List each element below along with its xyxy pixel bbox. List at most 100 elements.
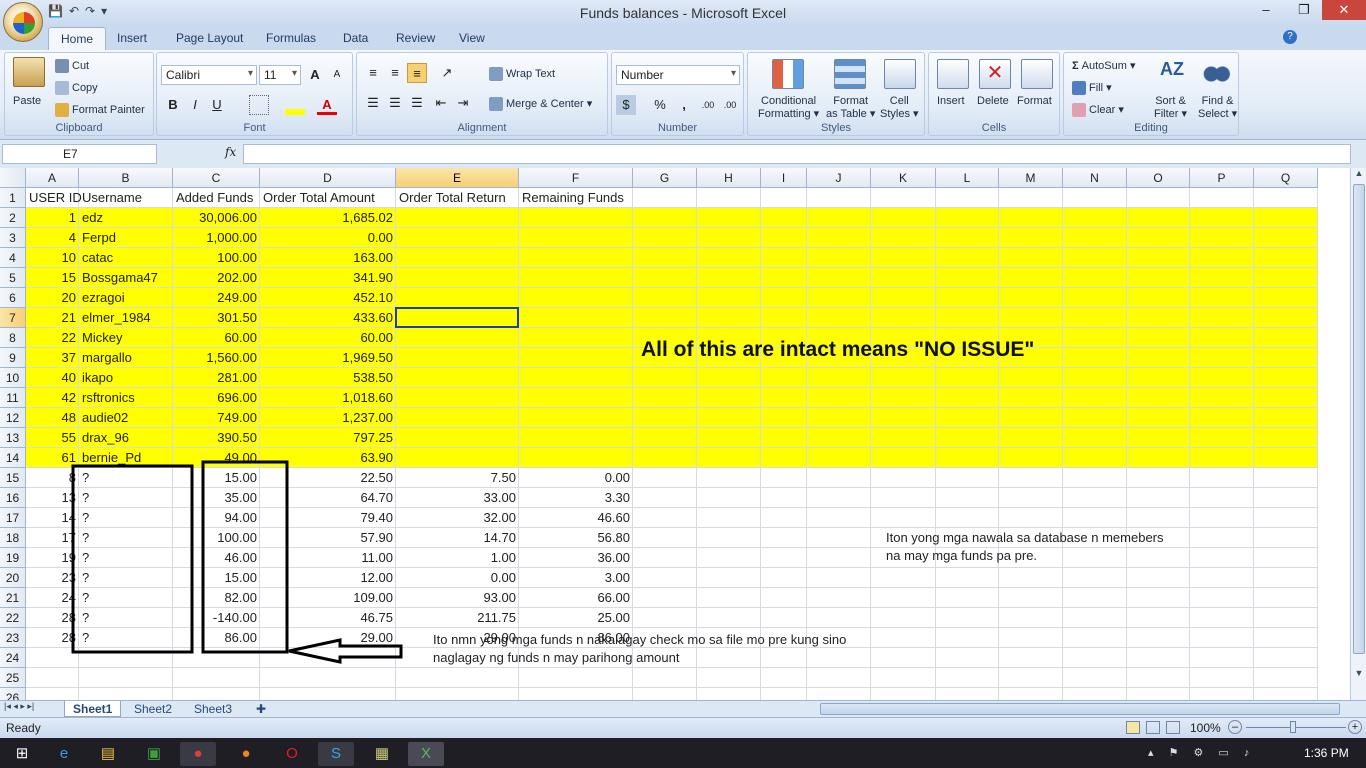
cell-b22[interactable]: ?: [79, 608, 173, 628]
cell-d14[interactable]: 63.90: [260, 448, 396, 468]
vertical-scroll-thumb[interactable]: [1353, 184, 1365, 654]
cell-d12[interactable]: 1,237.00: [260, 408, 396, 428]
autosum-button[interactable]: Σ AutoSum ▾: [1072, 59, 1136, 72]
row-header-26[interactable]: 26: [0, 688, 26, 700]
row-header-11[interactable]: 11: [0, 388, 26, 408]
row-header-12[interactable]: 12: [0, 408, 26, 428]
grow-font-button[interactable]: A: [305, 65, 325, 85]
cell-d16[interactable]: 64.70: [260, 488, 396, 508]
opera-icon[interactable]: O: [274, 742, 310, 766]
italic-button[interactable]: I: [185, 95, 205, 115]
chrome-icon[interactable]: ●: [180, 742, 216, 766]
zoom-out-icon[interactable]: –: [1228, 720, 1242, 734]
format-as-table-button[interactable]: Format as Table ▾: [826, 95, 875, 121]
cell-e22[interactable]: 211.75: [396, 608, 519, 628]
sheet-tab-sheet3[interactable]: Sheet3: [186, 701, 240, 717]
cell-a9[interactable]: 37: [26, 348, 79, 368]
cell-d10[interactable]: 538.50: [260, 368, 396, 388]
cell-c14[interactable]: 49.00: [173, 448, 260, 468]
cell-a6[interactable]: 20: [26, 288, 79, 308]
cell-b8[interactable]: Mickey: [79, 328, 173, 348]
conditional-formatting-button[interactable]: Conditional Formatting ▾: [758, 95, 819, 121]
column-header-m[interactable]: M: [999, 168, 1063, 188]
tab-page-layout[interactable]: Page Layout: [176, 31, 243, 45]
cell-d20[interactable]: 12.00: [260, 568, 396, 588]
row-header-24[interactable]: 24: [0, 648, 26, 668]
row-header-19[interactable]: 19: [0, 548, 26, 568]
row-header-15[interactable]: 15: [0, 468, 26, 488]
row-header-10[interactable]: 10: [0, 368, 26, 388]
system-tray-icons[interactable]: ▴ ⚑ ⚙ ▭ ♪: [1148, 746, 1255, 759]
cell-d18[interactable]: 57.90: [260, 528, 396, 548]
zoom-level[interactable]: 100%: [1190, 721, 1221, 735]
cell-a16[interactable]: 13: [26, 488, 79, 508]
currency-button[interactable]: $: [616, 95, 636, 115]
cell-d6[interactable]: 452.10: [260, 288, 396, 308]
cell-e18[interactable]: 14.70: [396, 528, 519, 548]
cell-b19[interactable]: ?: [79, 548, 173, 568]
cell-d19[interactable]: 11.00: [260, 548, 396, 568]
windows-start-icon[interactable]: ⊞: [4, 742, 40, 766]
cell-b23[interactable]: ?: [79, 628, 173, 648]
row-header-6[interactable]: 6: [0, 288, 26, 308]
row-header-18[interactable]: 18: [0, 528, 26, 548]
cell-b9[interactable]: margallo: [79, 348, 173, 368]
cell-e21[interactable]: 93.00: [396, 588, 519, 608]
column-header-q[interactable]: Q: [1254, 168, 1318, 188]
find-select-button[interactable]: Find & Select ▾: [1198, 95, 1237, 121]
cell-d23[interactable]: 29.00: [260, 628, 396, 648]
borders-icon[interactable]: [249, 95, 269, 115]
tab-insert[interactable]: Insert: [117, 31, 147, 45]
align-center-icon[interactable]: ☰: [385, 93, 405, 113]
cell-b6[interactable]: ezragoi: [79, 288, 173, 308]
cell-a15[interactable]: 8: [26, 468, 79, 488]
cell-b1[interactable]: Username: [79, 188, 173, 208]
cell-c1[interactable]: Added Funds: [173, 188, 260, 208]
ie-icon[interactable]: e: [46, 742, 82, 766]
cell-c19[interactable]: 46.00: [173, 548, 260, 568]
decrease-decimal-button[interactable]: .00: [720, 95, 740, 115]
cell-c2[interactable]: 30,006.00: [173, 208, 260, 228]
shrink-font-button[interactable]: A: [327, 65, 347, 85]
cell-c18[interactable]: 100.00: [173, 528, 260, 548]
cell-d7[interactable]: 433.60: [260, 308, 396, 328]
formula-input[interactable]: [243, 144, 1351, 164]
column-header-l[interactable]: L: [936, 168, 999, 188]
cell-e1[interactable]: Order Total Return: [396, 188, 519, 208]
cell-a12[interactable]: 48: [26, 408, 79, 428]
cell-f16[interactable]: 3.30: [519, 488, 633, 508]
column-header-f[interactable]: F: [519, 168, 633, 188]
cell-a21[interactable]: 24: [26, 588, 79, 608]
cell-f21[interactable]: 66.00: [519, 588, 633, 608]
worksheet-grid[interactable]: A B C D E F G H I J K L M N O P Q 1 USER ID Username Added F…: [0, 168, 1350, 700]
cell-d8[interactable]: 60.00: [260, 328, 396, 348]
cell-b20[interactable]: ?: [79, 568, 173, 588]
scroll-up-icon[interactable]: ▲: [1352, 168, 1366, 184]
tab-view[interactable]: View: [459, 31, 485, 45]
tab-formulas[interactable]: Formulas: [266, 31, 316, 45]
sheet-nav-icon[interactable]: |◂ ◂ ▸ ▸|: [4, 701, 34, 712]
format-button[interactable]: Format: [1017, 95, 1052, 107]
cell-d9[interactable]: 1,969.50: [260, 348, 396, 368]
restore-button[interactable]: ❐: [1288, 0, 1320, 20]
cell-a17[interactable]: 14: [26, 508, 79, 528]
page-layout-view-icon[interactable]: [1146, 721, 1160, 734]
minimize-button[interactable]: –: [1250, 0, 1282, 20]
row-header-23[interactable]: 23: [0, 628, 26, 648]
cut-button[interactable]: Cut: [55, 59, 89, 73]
paste-button[interactable]: Paste: [13, 95, 41, 107]
cell-d15[interactable]: 22.50: [260, 468, 396, 488]
cell-d21[interactable]: 109.00: [260, 588, 396, 608]
delete-button[interactable]: Delete: [977, 95, 1009, 107]
insert-function-icon[interactable]: fx: [225, 145, 236, 159]
tab-data[interactable]: Data: [343, 31, 368, 45]
cell-b11[interactable]: rsftronics: [79, 388, 173, 408]
cell-e20[interactable]: 0.00: [396, 568, 519, 588]
column-header-h[interactable]: H: [697, 168, 761, 188]
cell-d4[interactable]: 163.00: [260, 248, 396, 268]
cell-a11[interactable]: 42: [26, 388, 79, 408]
cell-d13[interactable]: 797.25: [260, 428, 396, 448]
cell-b15[interactable]: ?: [79, 468, 173, 488]
column-header-j[interactable]: J: [807, 168, 871, 188]
cell-b3[interactable]: Ferpd: [79, 228, 173, 248]
